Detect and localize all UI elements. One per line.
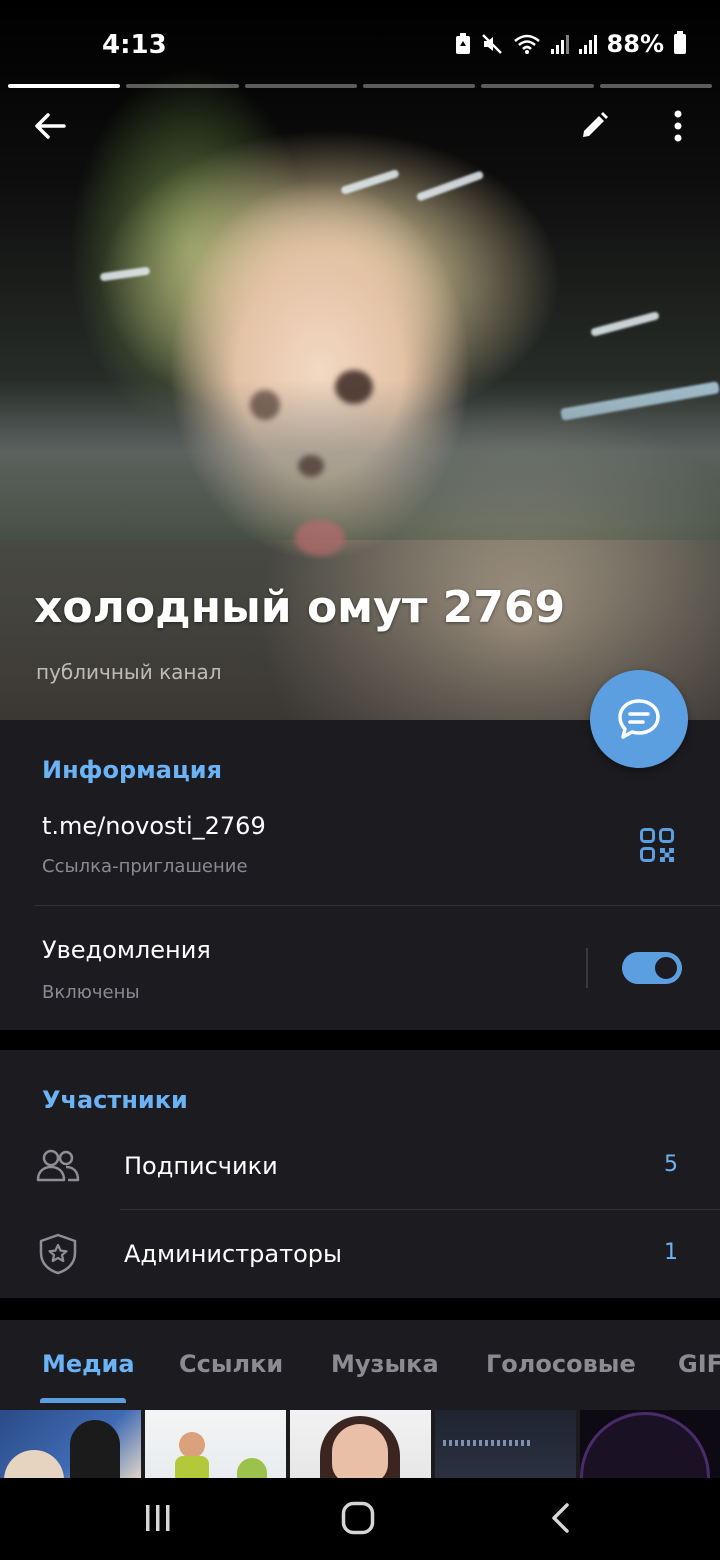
photo-eye — [250, 390, 280, 420]
notifications-label[interactable]: Уведомления — [42, 936, 211, 964]
tab-music[interactable]: Музыка — [331, 1350, 439, 1378]
arrow-left-icon — [35, 113, 66, 139]
discussion-button[interactable] — [590, 670, 688, 768]
media-thumbnail[interactable] — [0, 1410, 141, 1480]
status-time: 4:13 — [102, 30, 167, 60]
story-progress — [8, 84, 712, 88]
battery-saver-icon — [455, 33, 470, 54]
system-navigation-bar — [0, 1478, 720, 1560]
tab-media[interactable]: Медиа — [42, 1350, 135, 1378]
more-options-button[interactable] — [650, 98, 706, 154]
channel-title: холодный омут 2769 — [34, 582, 566, 633]
notifications-toggle[interactable] — [622, 952, 682, 984]
photo-light-streak — [99, 266, 151, 282]
media-tabs: Медиа Ссылки Музыка Голосовые GIF — [0, 1320, 720, 1404]
story-segment — [481, 84, 594, 88]
notifications-state: Включены — [42, 982, 140, 1003]
subscribers-count: 5 — [664, 1152, 678, 1177]
photo-nose — [298, 455, 324, 477]
story-segment — [126, 84, 239, 88]
administrators-row[interactable]: Администраторы 1 — [0, 1210, 720, 1298]
subscribers-label: Подписчики — [124, 1152, 278, 1180]
subscribers-row[interactable]: Подписчики 5 — [0, 1122, 720, 1210]
home-button[interactable] — [328, 1496, 388, 1540]
channel-link-caption: Ссылка-приглашение — [42, 856, 248, 877]
signal-icon — [578, 34, 597, 54]
people-icon — [36, 1149, 80, 1182]
media-thumbnail[interactable] — [290, 1410, 431, 1480]
administrators-label: Администраторы — [124, 1240, 342, 1268]
tab-voice[interactable]: Голосовые — [486, 1350, 636, 1378]
tab-gif[interactable]: GIF — [678, 1350, 720, 1378]
edit-button[interactable] — [566, 98, 622, 154]
media-thumbnail[interactable] — [580, 1410, 720, 1480]
mute-icon — [481, 34, 502, 54]
divider — [34, 905, 720, 906]
photo-light-streak — [590, 311, 660, 337]
wifi-icon — [513, 34, 540, 54]
channel-type: публичный канал — [36, 660, 222, 684]
story-segment — [599, 84, 712, 88]
photo-light-streak — [340, 168, 400, 196]
back-button[interactable] — [22, 98, 78, 154]
story-segment — [362, 84, 476, 88]
administrators-count: 1 — [664, 1240, 678, 1265]
status-bar: 4:13 88% — [0, 0, 720, 80]
pencil-icon — [583, 112, 608, 137]
battery-percent: 88% — [606, 30, 664, 58]
more-vertical-icon — [674, 110, 682, 142]
signal-icon — [550, 34, 569, 54]
recent-apps-button[interactable] — [128, 1496, 188, 1540]
photo-eye — [335, 370, 373, 404]
system-back-button[interactable] — [530, 1496, 590, 1540]
media-thumbnail[interactable] — [435, 1410, 576, 1480]
members-section-title: Участники — [42, 1086, 188, 1114]
active-tab-indicator — [40, 1398, 126, 1403]
members-section: Участники Подписчики 5 Администраторы 1 — [0, 1050, 720, 1298]
shield-star-icon — [39, 1233, 77, 1275]
tab-links[interactable]: Ссылки — [179, 1350, 283, 1378]
story-segment — [8, 84, 121, 88]
story-segment — [244, 84, 357, 88]
status-icons: 88% — [455, 30, 686, 58]
home-icon — [341, 1501, 375, 1535]
photo-motion-blur — [0, 380, 720, 540]
recent-apps-icon — [146, 1505, 170, 1531]
info-section: Информация t.me/novosti_2769 Ссылка-приг… — [0, 720, 720, 1030]
channel-link[interactable]: t.me/novosti_2769 — [42, 812, 266, 840]
media-thumbnail[interactable] — [145, 1410, 286, 1480]
info-section-title: Информация — [42, 756, 222, 784]
chevron-left-icon — [552, 1503, 569, 1533]
toggle-knob — [652, 954, 680, 982]
battery-icon — [674, 31, 686, 54]
qr-code-icon[interactable] — [640, 828, 674, 862]
media-grid — [0, 1410, 720, 1480]
chat-bubble-icon — [618, 699, 660, 739]
photo-light-streak — [415, 170, 485, 202]
shared-media-section: Медиа Ссылки Музыка Голосовые GIF — [0, 1320, 720, 1480]
toggle-separator — [586, 948, 588, 988]
